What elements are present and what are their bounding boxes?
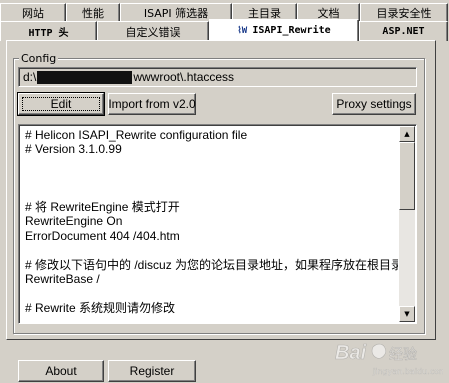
tab-isapi-rewrite[interactable]: ⌇W ISAPI_Rewrite — [209, 19, 359, 41]
proxy-settings-button[interactable]: Proxy settings — [332, 93, 416, 115]
editor-line: # 修改以下语句中的 /discuz 为您的论坛目录地址，如果程序放在根目录 — [25, 257, 398, 272]
editor-line: # 将 RewriteEngine 模式打开 — [25, 200, 180, 215]
isapi-rewrite-icon: ⌇W — [237, 25, 248, 36]
config-editor-text: # Helicon ISAPI_Rewrite configuration fi… — [25, 128, 398, 315]
editor-line: # Helicon ISAPI_Rewrite configuration fi… — [25, 128, 248, 142]
config-group-label: Config — [19, 52, 59, 65]
editor-line: # Rewrite 系统规则请勿修改 — [25, 300, 176, 315]
tab-custom-errors[interactable]: 自定义错误 — [97, 21, 209, 41]
redacted-path — [37, 71, 133, 85]
svg-text:Bai: Bai — [335, 342, 367, 364]
tab-row-bottom: HTTP 头 自定义错误 ⌇W ISAPI_Rewrite ASP.NET — [0, 19, 448, 41]
editor-line: RewriteBase / — [25, 272, 100, 287]
path-suffix: wwwroot\.htaccess — [133, 70, 235, 84]
tab-directory-security[interactable]: 目录安全性 — [360, 3, 448, 21]
tab-website[interactable]: 网站 — [0, 3, 66, 21]
register-button[interactable]: Register — [108, 360, 196, 382]
arrow-down-icon[interactable]: ▼ — [399, 306, 415, 322]
tab-http-headers[interactable]: HTTP 头 — [0, 21, 97, 41]
config-path-field: d:\ wwwroot\.htaccess — [18, 67, 417, 87]
baidu-watermark: Bai 经验 jingyan.baidu.com — [335, 342, 443, 376]
path-prefix: d:\ — [23, 70, 37, 84]
tab-performance[interactable]: 性能 — [66, 3, 120, 21]
editor-line: ErrorDocument 404 /404.htm — [25, 228, 180, 243]
svg-text:经验: 经验 — [389, 347, 417, 363]
import-button[interactable]: Import from v2.0 — [108, 93, 196, 115]
tab-aspnet[interactable]: ASP.NET — [359, 21, 448, 41]
edit-button[interactable]: Edit — [17, 92, 105, 116]
editor-line: # Version 3.1.0.99 — [25, 142, 122, 157]
tab-isapi-rewrite-label: ISAPI_Rewrite — [252, 25, 331, 36]
editor-scrollbar[interactable]: ▲ ▼ — [399, 126, 415, 322]
config-editor[interactable]: # Helicon ISAPI_Rewrite configuration fi… — [18, 124, 417, 324]
about-button[interactable]: About — [18, 360, 104, 382]
watermark-url: jingyan.baidu.com — [372, 367, 443, 376]
editor-line: RewriteEngine On — [25, 214, 123, 229]
scroll-thumb[interactable] — [399, 142, 415, 210]
arrow-up-icon[interactable]: ▲ — [399, 126, 415, 142]
